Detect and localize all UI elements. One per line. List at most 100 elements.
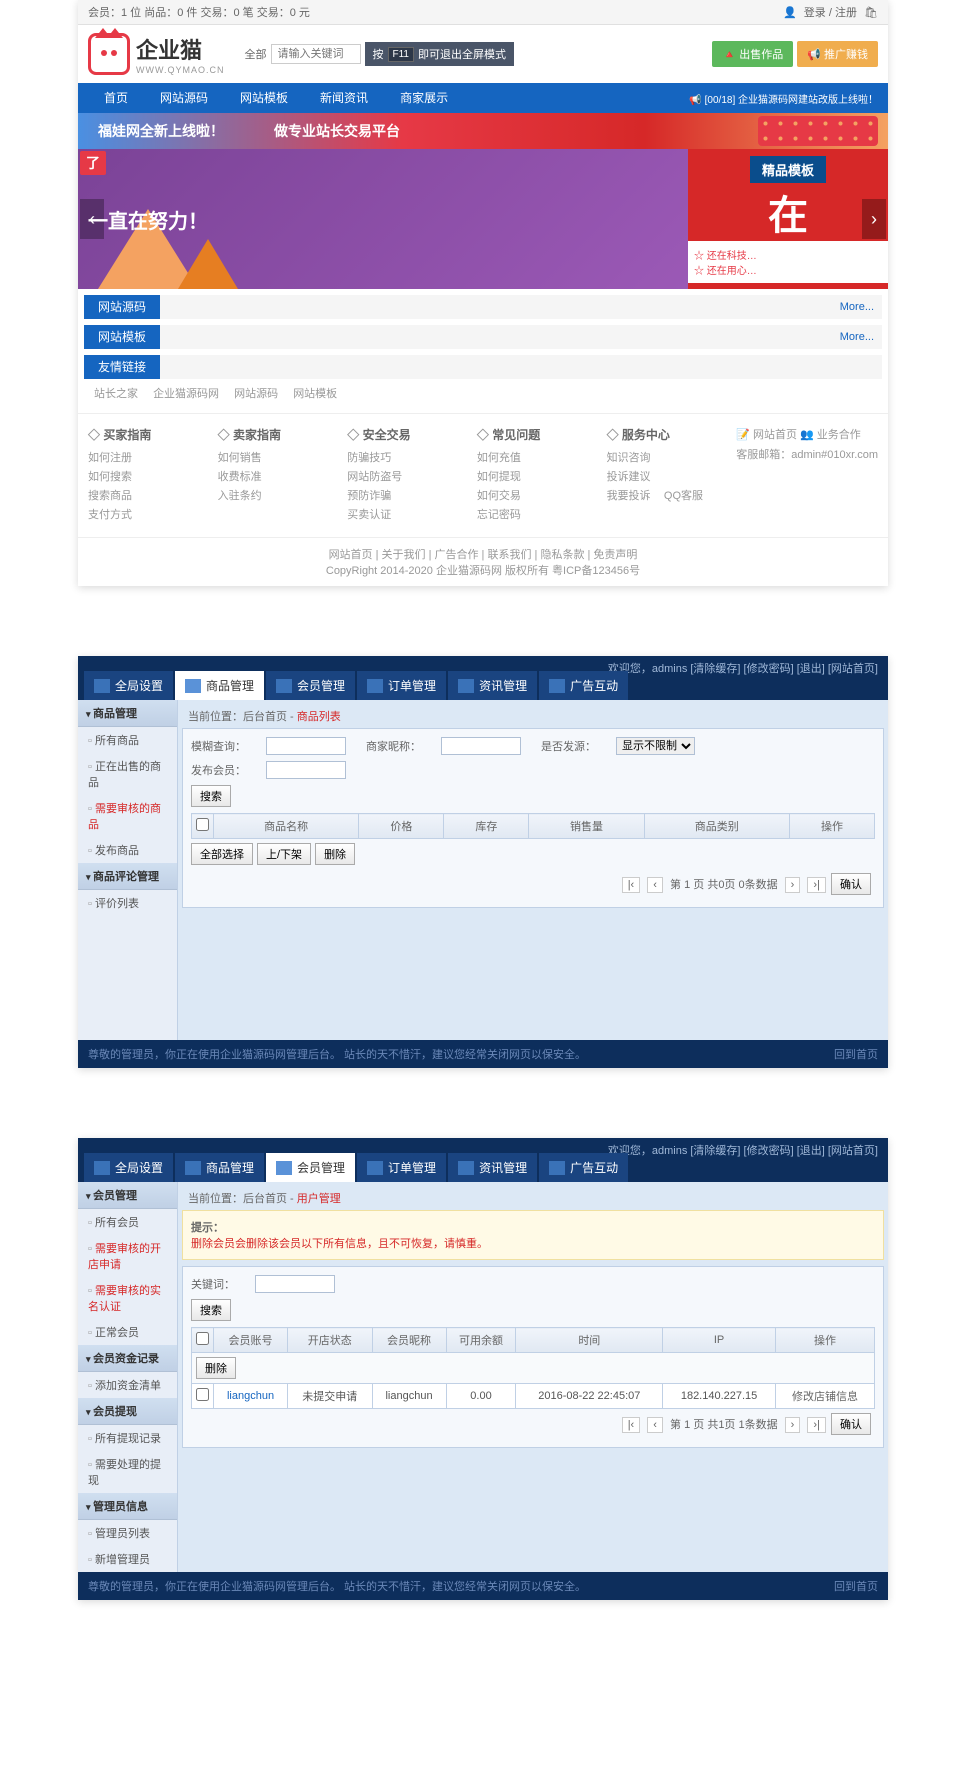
footer-link[interactable]: 知识咨询 — [607, 449, 651, 465]
search-input[interactable] — [271, 44, 361, 64]
hero-slide-right[interactable]: 精品模板 在 ☆ 还在科技… ☆ 还在用心… — [688, 149, 888, 289]
friend-link[interactable]: 网站模板 — [293, 388, 337, 400]
search-button[interactable]: 搜索 — [191, 785, 231, 807]
footer-link[interactable]: QQ客服 — [664, 487, 703, 503]
nav-merchant[interactable]: 商家展示 — [384, 83, 464, 113]
friend-link[interactable]: 站长之家 — [94, 388, 138, 400]
pager-last-icon[interactable]: ›| — [807, 1417, 826, 1433]
tab-members[interactable]: 会员管理 — [266, 671, 355, 700]
tab-products[interactable]: 商品管理 — [175, 671, 264, 700]
cart-icon[interactable]: 🛍 — [864, 7, 878, 19]
select-all-checkbox[interactable] — [196, 818, 209, 831]
nav-news[interactable]: 新闻资讯 — [304, 83, 384, 113]
side-item[interactable]: 添加资金清单 — [78, 1372, 177, 1398]
side-group-header[interactable]: 会员提现 — [78, 1398, 177, 1425]
seller-input[interactable] — [441, 737, 521, 755]
side-item[interactable]: 所有会员 — [78, 1209, 177, 1235]
tab-members[interactable]: 会员管理 — [266, 1153, 355, 1182]
sell-button[interactable]: 🔺 出售作品 — [712, 41, 793, 67]
hero-slide-left[interactable]: 了 一直在努力！ — [78, 149, 688, 289]
select-all-checkbox[interactable] — [196, 1332, 209, 1345]
footer-link[interactable]: 网站防盗号 — [347, 468, 402, 484]
pager-next-icon[interactable]: › — [785, 1417, 801, 1433]
footer-link[interactable]: 支付方式 — [88, 506, 132, 522]
promo-banner[interactable]: 福娃网全新上线啦！ 做专业站长交易平台 — [78, 113, 888, 149]
row-checkbox[interactable] — [196, 1388, 209, 1401]
footer-link[interactable]: 如何提现 — [477, 468, 521, 484]
keyword-input[interactable] — [255, 1275, 335, 1293]
footer-link[interactable]: 如何交易 — [477, 487, 521, 503]
announcement[interactable]: 📢 [00/18] 企业猫源码网建站改版上线啦！ — [689, 91, 878, 106]
tab-news[interactable]: 资讯管理 — [448, 1153, 537, 1182]
tab-ads[interactable]: 广告互动 — [539, 671, 628, 700]
tab-products[interactable]: 商品管理 — [175, 1153, 264, 1182]
side-group-header[interactable]: 商品评论管理 — [78, 863, 177, 890]
side-item[interactable]: 正常会员 — [78, 1319, 177, 1345]
side-item[interactable]: 管理员列表 — [78, 1520, 177, 1546]
publisher-input[interactable] — [266, 761, 346, 779]
side-group-header[interactable]: 管理员信息 — [78, 1493, 177, 1520]
side-item[interactable]: 所有提现记录 — [78, 1425, 177, 1451]
toggle-shelf-button[interactable]: 上/下架 — [257, 843, 311, 865]
delete-button[interactable]: 删除 — [196, 1357, 236, 1379]
back-home-link[interactable]: 回到首页 — [834, 1578, 878, 1594]
footer-link[interactable]: 投诉建议 — [607, 468, 651, 484]
fuzzy-input[interactable] — [266, 737, 346, 755]
search-category[interactable]: 全部 — [245, 46, 267, 62]
admin-welcome[interactable]: 欢迎您，admins [清除缓存] [修改密码] [退出] [网站首页] — [608, 660, 878, 676]
footer-link[interactable]: 忘记密码 — [477, 506, 521, 522]
side-group-header[interactable]: 会员资金记录 — [78, 1345, 177, 1372]
pager-prev-icon[interactable]: ‹ — [647, 877, 663, 893]
search-button[interactable]: 搜索 — [191, 1299, 231, 1321]
tab-global[interactable]: 全局设置 — [84, 1153, 173, 1182]
side-item[interactable]: 评价列表 — [78, 890, 177, 916]
tab-orders[interactable]: 订单管理 — [357, 671, 446, 700]
carousel-next-icon[interactable]: › — [862, 199, 886, 239]
select-all-button[interactable]: 全部选择 — [191, 843, 253, 865]
admin-welcome[interactable]: 欢迎您，admins [清除缓存] [修改密码] [退出] [网站首页] — [608, 1142, 878, 1158]
friend-link[interactable]: 企业猫源码网 — [153, 388, 219, 400]
pager-prev-icon[interactable]: ‹ — [647, 1417, 663, 1433]
footer-link[interactable]: 如何搜索 — [88, 468, 132, 484]
tab-orders[interactable]: 订单管理 — [357, 1153, 446, 1182]
footer-link[interactable]: 收费标准 — [218, 468, 262, 484]
tab-global[interactable]: 全局设置 — [84, 671, 173, 700]
friend-link[interactable]: 网站源码 — [234, 388, 278, 400]
footer-link[interactable]: 如何销售 — [218, 449, 262, 465]
side-item[interactable]: 需要处理的提现 — [78, 1451, 177, 1493]
side-item[interactable]: 所有商品 — [78, 727, 177, 753]
nav-source[interactable]: 网站源码 — [144, 83, 224, 113]
more-link[interactable]: More... — [840, 331, 882, 343]
promote-button[interactable]: 📢 推广赚钱 — [797, 41, 878, 67]
footer-link[interactable]: 预防诈骗 — [347, 487, 391, 503]
footer-link[interactable]: 我要投诉 — [607, 487, 651, 503]
pager-ok-button[interactable]: 确认 — [831, 1413, 871, 1435]
footer-link[interactable]: 买卖认证 — [347, 506, 391, 522]
footer-link[interactable]: 入驻条约 — [218, 487, 262, 503]
side-group-header[interactable]: 商品管理 — [78, 700, 177, 727]
side-item[interactable]: 正在出售的商品 — [78, 753, 177, 795]
side-group-header[interactable]: 会员管理 — [78, 1182, 177, 1209]
login-link[interactable]: 登录 / 注册 — [804, 7, 857, 19]
pager-last-icon[interactable]: ›| — [807, 877, 826, 893]
footer-link[interactable]: 如何充值 — [477, 449, 521, 465]
source-select[interactable]: 显示不限制 — [616, 737, 695, 755]
tab-news[interactable]: 资讯管理 — [448, 671, 537, 700]
side-item[interactable]: 需要审核的开店申请 — [78, 1235, 177, 1277]
logo[interactable]: 企业猫 WWW.QYMAO.CN — [88, 33, 225, 75]
side-item[interactable]: 需要审核的商品 — [78, 795, 177, 837]
delete-button[interactable]: 删除 — [315, 843, 355, 865]
back-home-link[interactable]: 回到首页 — [834, 1046, 878, 1062]
side-item[interactable]: 新增管理员 — [78, 1546, 177, 1572]
edit-shop-link[interactable]: 修改店铺信息 — [792, 1391, 858, 1403]
pager-first-icon[interactable]: |‹ — [622, 877, 641, 893]
pager-ok-button[interactable]: 确认 — [831, 873, 871, 895]
pager-next-icon[interactable]: › — [785, 877, 801, 893]
footer-link[interactable]: 防骗技巧 — [347, 449, 391, 465]
bottom-links[interactable]: 网站首页 | 关于我们 | 广告合作 | 联系我们 | 隐私条款 | 免责声明 — [86, 546, 880, 562]
tab-ads[interactable]: 广告互动 — [539, 1153, 628, 1182]
more-link[interactable]: More... — [840, 301, 882, 313]
account-link[interactable]: liangchun — [227, 1390, 274, 1402]
side-item[interactable]: 发布商品 — [78, 837, 177, 863]
pager-first-icon[interactable]: |‹ — [622, 1417, 641, 1433]
